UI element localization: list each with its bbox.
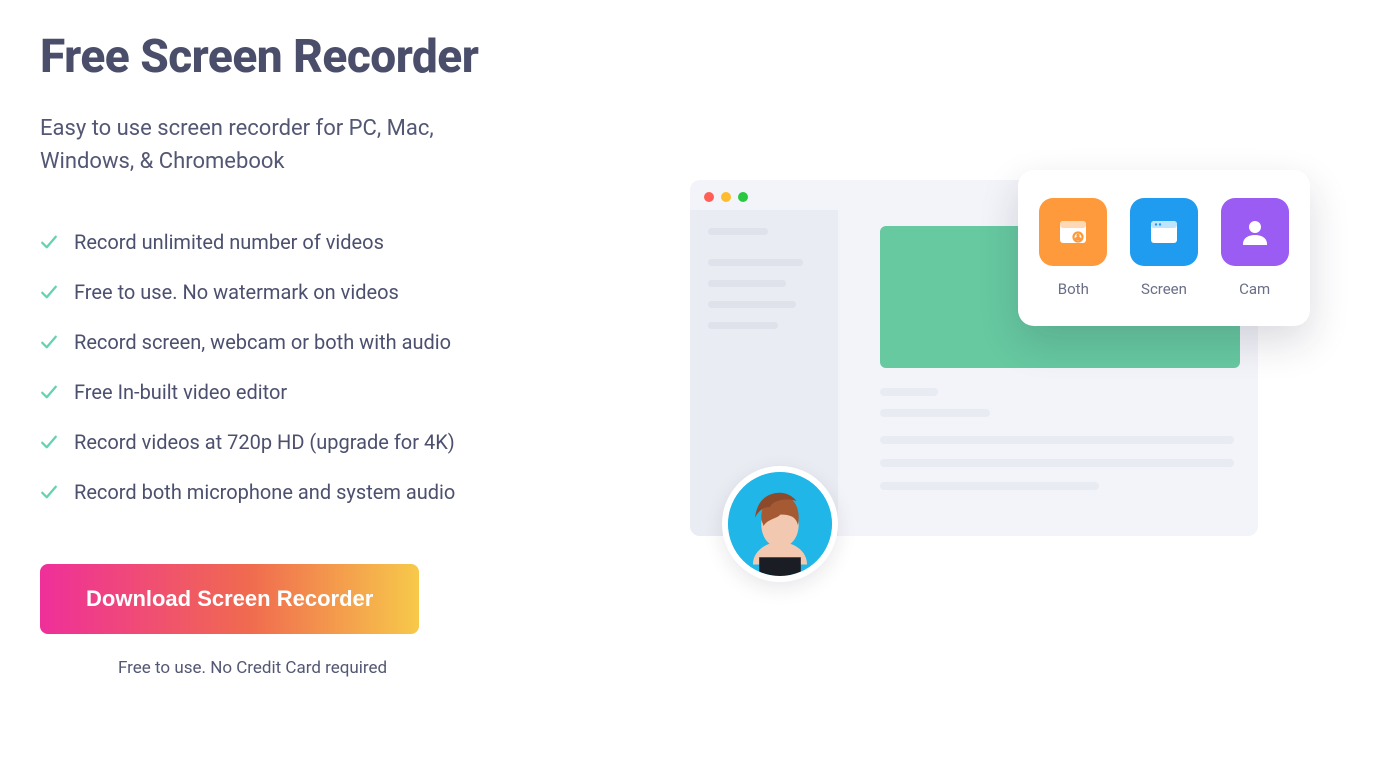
check-icon bbox=[40, 483, 58, 501]
mode-both[interactable]: Both bbox=[1039, 198, 1107, 298]
cta-disclaimer: Free to use. No Credit Card required bbox=[40, 658, 600, 678]
recording-mode-card: Both Screen bbox=[1018, 170, 1310, 326]
both-icon bbox=[1039, 198, 1107, 266]
feature-text: Record unlimited number of videos bbox=[74, 230, 384, 254]
check-icon bbox=[40, 233, 58, 251]
check-icon bbox=[40, 283, 58, 301]
check-icon bbox=[40, 383, 58, 401]
minimize-dot-icon bbox=[721, 192, 731, 202]
window-controls bbox=[704, 192, 748, 202]
close-dot-icon bbox=[704, 192, 714, 202]
feature-item: Free In-built video editor bbox=[40, 380, 600, 404]
app-illustration: Both Screen bbox=[660, 30, 1360, 678]
webcam-avatar bbox=[722, 466, 838, 582]
feature-text: Free to use. No watermark on videos bbox=[74, 280, 399, 304]
mode-screen[interactable]: Screen bbox=[1130, 198, 1198, 298]
mode-label: Cam bbox=[1239, 280, 1270, 298]
check-icon bbox=[40, 333, 58, 351]
feature-text: Free In-built video editor bbox=[74, 380, 287, 404]
content-placeholder bbox=[880, 388, 1234, 430]
content-placeholder bbox=[880, 436, 1234, 505]
feature-item: Record videos at 720p HD (upgrade for 4K… bbox=[40, 430, 600, 454]
maximize-dot-icon bbox=[738, 192, 748, 202]
page-subtitle: Easy to use screen recorder for PC, Mac,… bbox=[40, 112, 460, 178]
mode-label: Both bbox=[1058, 280, 1089, 298]
feature-item: Record unlimited number of videos bbox=[40, 230, 600, 254]
mode-cam[interactable]: Cam bbox=[1221, 198, 1289, 298]
feature-list: Record unlimited number of videos Free t… bbox=[40, 230, 600, 504]
cam-icon bbox=[1221, 198, 1289, 266]
feature-text: Record videos at 720p HD (upgrade for 4K… bbox=[74, 430, 455, 454]
mode-label: Screen bbox=[1141, 280, 1187, 298]
download-button[interactable]: Download Screen Recorder bbox=[40, 564, 419, 634]
feature-item: Record screen, webcam or both with audio bbox=[40, 330, 600, 354]
feature-text: Record both microphone and system audio bbox=[74, 480, 455, 504]
feature-text: Record screen, webcam or both with audio bbox=[74, 330, 451, 354]
feature-item: Record both microphone and system audio bbox=[40, 480, 600, 504]
feature-item: Free to use. No watermark on videos bbox=[40, 280, 600, 304]
screen-icon bbox=[1130, 198, 1198, 266]
check-icon bbox=[40, 433, 58, 451]
page-title: Free Screen Recorder bbox=[40, 30, 600, 84]
